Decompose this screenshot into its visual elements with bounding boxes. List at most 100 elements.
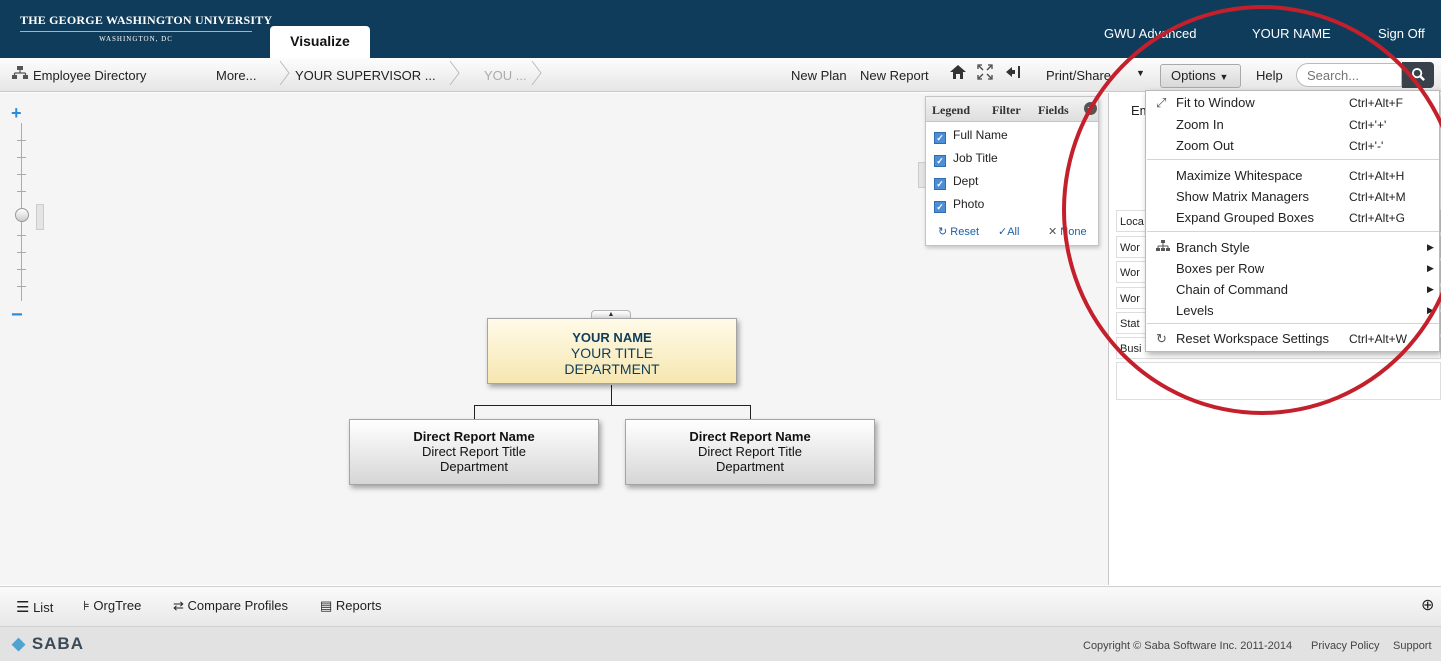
add-view-icon[interactable]: ⊕ bbox=[1421, 595, 1434, 615]
menu-item-boxes-per-row[interactable]: Boxes per Row bbox=[1176, 261, 1264, 276]
field-checkbox-photo[interactable]: ✓ Photo bbox=[934, 197, 984, 213]
print-share-dropdown-icon[interactable]: ▼ bbox=[1136, 68, 1145, 78]
tab-legend[interactable]: Legend bbox=[932, 103, 970, 118]
reports-icon: ▤ bbox=[320, 598, 333, 613]
menu-shortcut: Ctrl+Alt+G bbox=[1349, 211, 1406, 225]
field-checkbox-dept[interactable]: ✓ Dept bbox=[934, 174, 978, 190]
org-node-self[interactable]: YOUR NAME YOUR TITLE DEPARTMENT bbox=[487, 318, 737, 384]
options-button[interactable]: Options ▼ bbox=[1160, 64, 1241, 88]
reset-label: Reset bbox=[950, 226, 980, 238]
tab-fields[interactable]: Fields bbox=[1038, 103, 1069, 118]
logo-subtitle: WASHINGTON, DC bbox=[99, 35, 173, 43]
back-icon[interactable] bbox=[1004, 63, 1022, 86]
fit-window-icon[interactable] bbox=[976, 63, 994, 86]
breadcrumb-separator-icon bbox=[531, 60, 542, 86]
search-icon bbox=[1411, 67, 1425, 81]
copyright-text: Copyright © Saba Software Inc. 2011-2014 bbox=[1083, 640, 1293, 652]
menu-item-zoom-in[interactable]: Zoom In bbox=[1176, 117, 1224, 132]
menu-item-zoom-out[interactable]: Zoom Out bbox=[1176, 138, 1234, 153]
orgtree-view-button[interactable]: ⊧ OrgTree bbox=[83, 598, 141, 614]
legend-tabs: Legend Filter Fields − bbox=[926, 97, 1098, 122]
support-link[interactable]: Support bbox=[1393, 640, 1432, 652]
employee-directory-button[interactable]: Employee Directory bbox=[33, 68, 146, 83]
tab-filter[interactable]: Filter bbox=[992, 103, 1021, 118]
orgtree-label: OrgTree bbox=[93, 598, 142, 613]
node-title: Direct Report Title bbox=[697, 444, 803, 459]
saba-logo: ◆ SABA bbox=[12, 634, 84, 654]
list-view-button[interactable]: ☰ List bbox=[16, 598, 53, 616]
org-node-direct-report[interactable]: Direct Report Name Direct Report Title D… bbox=[349, 419, 599, 485]
more-menu-button[interactable]: More... bbox=[216, 68, 256, 83]
menu-item-show-matrix-managers[interactable]: Show Matrix Managers bbox=[1176, 189, 1309, 204]
menu-item-branch-style[interactable]: Branch Style bbox=[1176, 240, 1250, 255]
node-department: Department bbox=[716, 459, 784, 474]
submenu-arrow-icon: ▶ bbox=[1427, 305, 1434, 315]
menu-item-maximize-whitespace[interactable]: Maximize Whitespace bbox=[1176, 168, 1302, 183]
node-department: Department bbox=[440, 459, 508, 474]
profile-row-label: Stat bbox=[1120, 318, 1140, 330]
menu-shortcut: Ctrl+'-' bbox=[1349, 139, 1384, 153]
menu-item-chain-of-command[interactable]: Chain of Command bbox=[1176, 282, 1288, 297]
reports-label: Reports bbox=[335, 598, 382, 613]
search-button[interactable] bbox=[1402, 62, 1434, 88]
menu-item-levels[interactable]: Levels bbox=[1176, 303, 1214, 318]
breadcrumb-you[interactable]: YOU ... bbox=[484, 68, 527, 83]
node-name: Direct Report Name bbox=[413, 429, 535, 444]
left-panel-toggle[interactable] bbox=[36, 204, 44, 230]
submenu-arrow-icon: ▶ bbox=[1427, 242, 1434, 252]
compare-profiles-button[interactable]: ⇄ Compare Profiles bbox=[173, 598, 288, 614]
reset-icon: ↻ bbox=[938, 226, 948, 238]
new-report-button[interactable]: New Report bbox=[860, 68, 929, 83]
legend-panel: Legend Filter Fields − ✓ Full Name ✓ Job T… bbox=[925, 96, 1099, 246]
field-checkbox-full-name[interactable]: ✓ Full Name bbox=[934, 128, 1008, 144]
fit-window-icon: ⤢ bbox=[1156, 95, 1167, 110]
profile-row bbox=[1116, 362, 1441, 400]
checkbox-checked-icon: ✓ bbox=[934, 155, 946, 167]
account-label[interactable]: GWU Advanced bbox=[1104, 26, 1197, 41]
zoom-in-icon[interactable]: + bbox=[11, 103, 22, 124]
saba-leaf-icon: ◆ bbox=[12, 634, 27, 653]
legend-none-button[interactable]: ✕ None bbox=[1048, 225, 1087, 238]
university-logo[interactable]: THE GEORGE WASHINGTON UNIVERSITY WASHING… bbox=[20, 13, 272, 43]
sign-off-link[interactable]: Sign Off bbox=[1378, 26, 1425, 41]
privacy-policy-link[interactable]: Privacy Policy bbox=[1311, 640, 1379, 652]
node-title: Direct Report Title bbox=[421, 444, 527, 459]
legend-reset-button[interactable]: ↻ Reset bbox=[938, 225, 979, 238]
menu-shortcut: Ctrl+Alt+F bbox=[1349, 96, 1404, 110]
home-icon[interactable] bbox=[949, 63, 967, 86]
org-node-direct-report[interactable]: Direct Report Name Direct Report Title D… bbox=[625, 419, 875, 485]
zoom-tick bbox=[17, 235, 26, 236]
zoom-tick bbox=[17, 157, 26, 158]
field-checkbox-job-title[interactable]: ✓ Job Title bbox=[934, 151, 998, 167]
zoom-slider-handle[interactable] bbox=[15, 208, 29, 222]
reset-icon: ↻ bbox=[1156, 331, 1167, 346]
menu-item-expand-grouped-boxes[interactable]: Expand Grouped Boxes bbox=[1176, 210, 1314, 225]
menu-divider bbox=[1147, 323, 1439, 324]
search-input[interactable] bbox=[1296, 63, 1402, 87]
print-share-button[interactable]: Print/Share bbox=[1046, 68, 1111, 83]
compare-label: Compare Profiles bbox=[187, 598, 288, 613]
zoom-tick bbox=[17, 140, 26, 141]
zoom-tick bbox=[17, 252, 26, 253]
zoom-tick bbox=[17, 286, 26, 287]
saba-wordmark: SABA bbox=[31, 634, 84, 653]
menu-divider bbox=[1147, 159, 1439, 160]
zoom-tick bbox=[17, 174, 26, 175]
menu-divider bbox=[1147, 231, 1439, 232]
zoom-tick bbox=[17, 191, 26, 192]
new-plan-button[interactable]: New Plan bbox=[791, 68, 847, 83]
help-link[interactable]: Help bbox=[1256, 68, 1283, 83]
menu-item-fit-to-window[interactable]: Fit to Window bbox=[1176, 95, 1255, 110]
legend-close-icon[interactable]: − bbox=[1084, 102, 1097, 115]
breadcrumb-supervisor[interactable]: YOUR SUPERVISOR ... bbox=[295, 68, 436, 83]
profile-row-label: Busi bbox=[1120, 343, 1142, 355]
legend-all-button[interactable]: ✓All bbox=[998, 225, 1019, 238]
user-name-link[interactable]: YOUR NAME bbox=[1252, 26, 1331, 41]
menu-item-reset-workspace[interactable]: Reset Workspace Settings bbox=[1176, 331, 1329, 346]
field-label: Photo bbox=[953, 197, 985, 211]
zoom-out-icon[interactable]: − bbox=[11, 304, 23, 327]
menu-shortcut: Ctrl+'+' bbox=[1349, 118, 1387, 132]
tab-visualize[interactable]: Visualize bbox=[270, 26, 370, 58]
reports-button[interactable]: ▤ Reports bbox=[320, 598, 381, 614]
profile-row-label: Wor bbox=[1120, 267, 1140, 279]
